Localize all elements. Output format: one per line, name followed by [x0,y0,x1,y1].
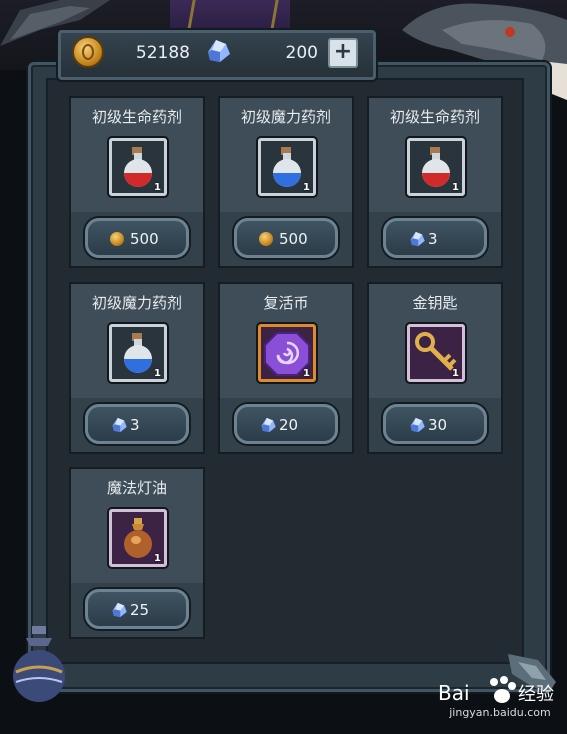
gem-icon [410,417,425,433]
buy-button[interactable]: 3 [85,404,189,444]
gold-coin-icon [110,232,124,246]
item-slot[interactable]: 1 [109,509,167,567]
item-slot[interactable]: 1 [109,324,167,382]
item-quantity: 1 [303,182,310,193]
gem-icon [112,417,127,433]
shop-item-card[interactable]: 初级生命药剂 1 3 [367,96,503,268]
item-slot[interactable]: 1 [109,138,167,196]
buy-button[interactable]: 3 [383,218,487,258]
item-price: 3 [428,230,438,248]
item-slot[interactable]: 1 [407,324,465,382]
item-price: 3 [130,416,140,434]
buy-button[interactable]: 500 [85,218,189,258]
watermark-url: jingyan.baidu.com [449,706,551,719]
item-name: 初级生命药剂 [389,108,480,126]
item-price: 500 [279,230,308,248]
item-quantity: 1 [452,182,459,193]
item-price: 30 [428,416,448,434]
gem-amount: 200 [285,43,318,63]
add-gems-button[interactable]: + [328,38,358,68]
item-name: 金钥匙 [412,294,458,312]
shop-item-card[interactable]: 初级魔力药剂 1 500 [218,96,354,268]
item-name: 初级魔力药剂 [240,108,331,126]
item-slot[interactable]: 1 [407,138,465,196]
gem-icon [261,417,276,433]
item-price: 20 [279,416,299,434]
gem-icon [208,40,230,62]
jar-decoration [13,626,65,702]
shop-item-card[interactable]: 魔法灯油 1 25 [69,467,205,639]
buy-button[interactable]: 500 [234,218,338,258]
svg-text:经验: 经验 [518,684,554,705]
svg-text:Bai: Bai [438,681,470,705]
item-quantity: 1 [452,368,459,379]
shop-item-card[interactable]: 初级魔力药剂 1 3 [69,282,205,454]
item-quantity: 1 [154,553,161,564]
item-quantity: 1 [303,368,310,379]
shop-item-card[interactable]: 初级生命药剂 1 500 [69,96,205,268]
item-name: 复活币 [263,294,309,312]
item-name: 初级魔力药剂 [91,294,182,312]
item-name: 初级生命药剂 [91,108,182,126]
item-price: 500 [130,230,159,248]
item-slot[interactable]: 1 [258,138,316,196]
gold-amount: 52188 [135,43,190,63]
item-slot[interactable]: 1 [258,324,316,382]
item-name: 魔法灯油 [106,479,167,497]
buy-button[interactable]: 25 [85,589,189,629]
gem-icon [112,602,127,618]
gem-icon [410,231,425,247]
item-price: 25 [130,601,150,619]
shop-item-card[interactable]: 金钥匙 1 30 [367,282,503,454]
item-quantity: 1 [154,368,161,379]
gold-coin-icon [259,232,273,246]
shop-item-card[interactable]: 复活币 1 20 [218,282,354,454]
gold-coin-icon [72,36,104,68]
buy-button[interactable]: 20 [234,404,338,444]
item-quantity: 1 [154,182,161,193]
buy-button[interactable]: 30 [383,404,487,444]
